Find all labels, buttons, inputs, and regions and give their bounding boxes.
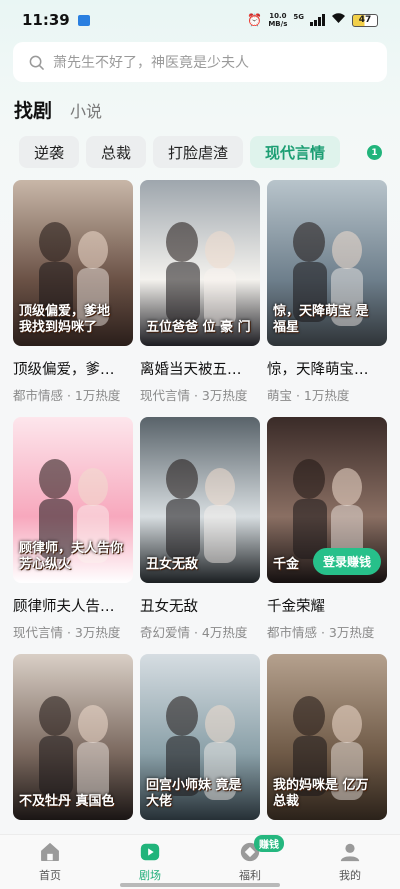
poster-title-art: 五位爸爸 位 豪 门	[146, 320, 251, 335]
network-speed-value: 10.0	[269, 12, 287, 20]
poster-title-art: 不及牡丹 真国色	[19, 794, 115, 809]
category-pill[interactable]: 打脸虐渣	[153, 136, 244, 168]
drama-card[interactable]: 回宫小师妹 竟是大佬	[140, 654, 260, 820]
category-pill-active[interactable]: 现代言情	[250, 136, 341, 168]
poster-title-art: 顶级偏爱，爹地 我找到妈咪了	[19, 304, 111, 335]
nav-home[interactable]: 首页	[0, 835, 100, 889]
drama-title: 顶级偏爱，爹…	[13, 362, 115, 378]
drama-meta: 现代言情 · 3万热度	[140, 388, 248, 403]
login-earn-button[interactable]: 登录赚钱	[312, 548, 381, 575]
drama-card[interactable]: 千金 登录赚钱千金荣耀都市情感 · 3万热度	[267, 417, 387, 641]
drama-meta: 萌宝 · 1万热度	[267, 388, 350, 403]
drama-card[interactable]: 顾律师，夫人告你 芳心纵火顾律师夫人告… 现代言情 · 3万热度	[13, 417, 133, 641]
nav-label: 剧场	[139, 869, 161, 882]
drama-card[interactable]: 惊，天降萌宝 是福星惊，天降萌宝… 萌宝 · 1万热度	[267, 180, 387, 404]
drama-card[interactable]: 我的妈咪是 亿万总裁	[267, 654, 387, 820]
battery-icon: 47	[352, 13, 378, 27]
notification-app-icon	[77, 14, 90, 26]
drama-card[interactable]: 丑女无敌 丑女无敌 奇幻爱情 · 4万热度	[140, 417, 260, 641]
tab-novel[interactable]: 小说	[70, 98, 102, 122]
nav-label: 首页	[39, 869, 61, 882]
drama-card[interactable]: 不及牡丹 真国色	[13, 654, 133, 820]
content-type-tabs: 找剧 小说	[14, 96, 102, 123]
alarm-icon: ⏰	[247, 13, 263, 27]
drama-poster[interactable]: 千金 登录赚钱	[267, 417, 387, 583]
poster-title-art: 回宫小师妹 竟是大佬	[146, 778, 242, 809]
nav-label: 福利	[239, 869, 261, 882]
poster-title-art: 我的妈咪是 亿万总裁	[273, 778, 369, 809]
tab-find-drama[interactable]: 找剧	[14, 96, 52, 123]
drama-poster[interactable]: 丑女无敌	[140, 417, 260, 583]
poster-title-art: 顾律师，夫人告你 芳心纵火	[19, 541, 124, 572]
search-placeholder: 萧先生不好了，神医竟是少夫人	[53, 55, 249, 71]
drama-poster[interactable]: 不及牡丹 真国色	[13, 654, 133, 820]
network-speed: 10.0 MB/s	[268, 12, 287, 28]
drama-poster[interactable]: 五位爸爸 位 豪 门	[140, 180, 260, 346]
play-icon	[140, 843, 160, 861]
home-indicator	[120, 883, 280, 887]
profile-icon	[340, 843, 360, 862]
drama-poster[interactable]: 惊，天降萌宝 是福星	[267, 180, 387, 346]
drama-meta: 现代言情 · 3万热度	[13, 625, 121, 640]
category-count-badge: 1	[367, 145, 382, 160]
drama-title: 千金荣耀	[267, 599, 325, 615]
drama-card[interactable]: 顶级偏爱，爹地 我找到妈咪了顶级偏爱，爹… 都市情感 · 1万热度	[13, 180, 133, 404]
drama-meta: 都市情感 · 3万热度	[267, 625, 375, 640]
wifi-icon	[331, 12, 346, 28]
drama-title: 顾律师夫人告…	[13, 599, 115, 615]
earn-money-badge: 赚钱	[254, 835, 284, 852]
poster-title-art: 丑女无敌	[146, 557, 199, 572]
drama-meta: 都市情感 · 1万热度	[13, 388, 121, 403]
drama-card[interactable]: 五位爸爸 位 豪 门离婚当天被五… 现代言情 · 3万热度	[140, 180, 260, 404]
status-bar: 11:39 ⏰ 10.0 MB/s 5G 47	[0, 0, 400, 40]
drama-poster[interactable]: 顶级偏爱，爹地 我找到妈咪了	[13, 180, 133, 346]
nav-welfare[interactable]: 福利 赚钱	[200, 835, 300, 889]
signal-icon	[310, 14, 325, 26]
drama-meta: 奇幻爱情 · 4万热度	[140, 625, 248, 640]
status-indicators: ⏰ 10.0 MB/s 5G 47	[247, 12, 378, 28]
drama-title: 丑女无敌	[140, 599, 198, 615]
drama-title: 离婚当天被五…	[140, 362, 242, 378]
nav-theater[interactable]: 剧场	[100, 835, 200, 889]
home-icon	[41, 843, 59, 861]
status-time: 11:39	[22, 11, 70, 29]
bottom-navigation: 首页 剧场 福利 赚钱 我的	[0, 834, 400, 889]
nav-label: 我的	[339, 869, 361, 882]
drama-poster[interactable]: 回宫小师妹 竟是大佬	[140, 654, 260, 820]
network-generation: 5G	[293, 13, 304, 21]
category-pill[interactable]: 总裁	[86, 136, 147, 168]
drama-poster[interactable]: 顾律师，夫人告你 芳心纵火	[13, 417, 133, 583]
nav-profile[interactable]: 我的	[300, 835, 400, 889]
category-filter-row: 逆袭 总裁 打脸虐渣 现代言情	[19, 136, 341, 168]
category-pill[interactable]: 逆袭	[19, 136, 80, 168]
search-icon	[29, 55, 44, 70]
drama-poster[interactable]: 我的妈咪是 亿万总裁	[267, 654, 387, 820]
poster-title-art: 惊，天降萌宝 是福星	[273, 304, 369, 335]
battery-level: 47	[358, 15, 372, 25]
network-speed-unit: MB/s	[268, 20, 288, 28]
drama-title: 惊，天降萌宝…	[267, 362, 369, 378]
search-bar[interactable]: 萧先生不好了，神医竟是少夫人	[13, 42, 387, 82]
